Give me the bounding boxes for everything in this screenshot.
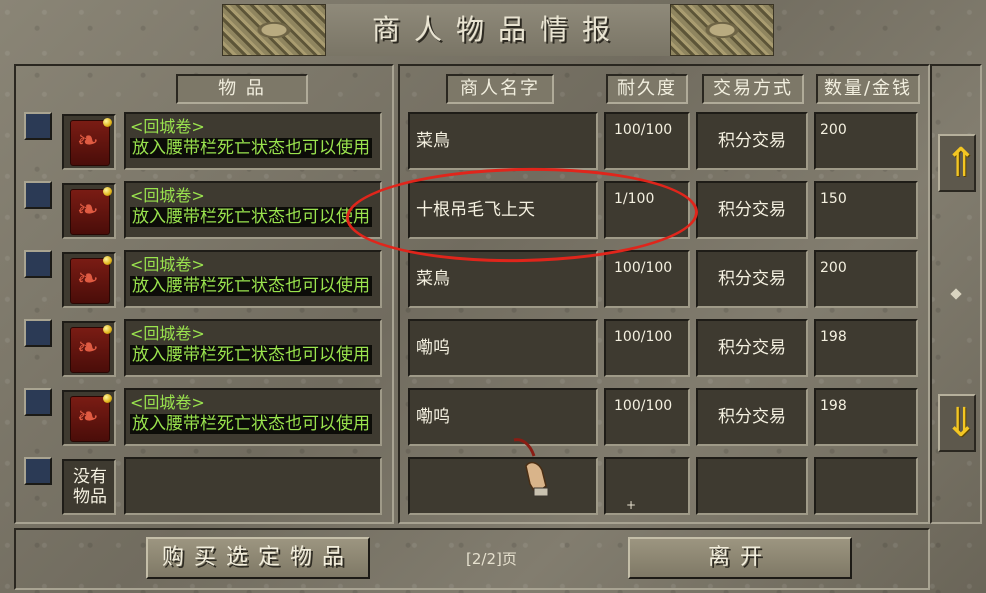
header-item: 物 品 bbox=[176, 74, 308, 104]
item-icon-slot[interactable] bbox=[62, 390, 116, 446]
key-arrow-up-icon: ⇑ bbox=[944, 140, 978, 186]
plus-icon: + bbox=[626, 498, 637, 512]
item-description[interactable]: <回城卷> 放入腰带栏死亡状态也可以使用 bbox=[124, 250, 382, 308]
merchant-name[interactable]: 嘞呜 bbox=[408, 319, 598, 377]
leave-button[interactable]: 离开 bbox=[628, 537, 852, 579]
item-name: <回城卷> bbox=[130, 255, 205, 274]
header-quantity-money: 数量/金钱 bbox=[816, 74, 920, 104]
trade-method: 积分交易 bbox=[696, 388, 808, 446]
quantity-value: 198 bbox=[814, 319, 918, 377]
buy-selected-button[interactable]: 购买选定物品 bbox=[146, 537, 370, 579]
gem-icon bbox=[103, 118, 112, 127]
item-name: <回城卷> bbox=[130, 324, 205, 343]
merchant-name-empty[interactable] bbox=[408, 457, 598, 515]
select-checkbox[interactable] bbox=[24, 319, 52, 347]
scroll-icon bbox=[70, 120, 110, 166]
header-trade-method: 交易方式 bbox=[702, 74, 804, 104]
item-description[interactable]: <回城卷> 放入腰带栏死亡状态也可以使用 bbox=[124, 181, 382, 239]
hand-cursor-icon bbox=[513, 438, 549, 497]
durability-value: 100/100 bbox=[604, 319, 690, 377]
key-arrow-down-icon: ⇓ bbox=[944, 400, 978, 446]
item-description[interactable]: <回城卷> 放入腰带栏死亡状态也可以使用 bbox=[124, 112, 382, 170]
durability-value: 100/100 bbox=[604, 388, 690, 446]
item-name: <回城卷> bbox=[130, 393, 205, 412]
trade-method: 积分交易 bbox=[696, 112, 808, 170]
scroll-down-button[interactable]: ⇓ bbox=[938, 394, 978, 452]
merchant-name[interactable]: 菜鳥 bbox=[408, 112, 598, 170]
scroll-up-button[interactable]: ⇑ bbox=[938, 134, 978, 192]
gem-icon bbox=[103, 394, 112, 403]
trade-method: 积分交易 bbox=[696, 319, 808, 377]
title-ornament-left bbox=[222, 4, 326, 56]
item-desc: 放入腰带栏死亡状态也可以使用 bbox=[130, 414, 372, 434]
window-title: 商人物品情报 bbox=[326, 4, 670, 56]
trade-method: 积分交易 bbox=[696, 250, 808, 308]
trade-method-empty bbox=[696, 457, 808, 515]
title-bar: 商人物品情报 bbox=[222, 4, 774, 56]
scroll-icon bbox=[70, 327, 110, 373]
no-item-label: 没有物品 bbox=[73, 467, 107, 507]
gem-icon bbox=[103, 325, 112, 334]
item-description[interactable]: <回城卷> 放入腰带栏死亡状态也可以使用 bbox=[124, 388, 382, 446]
scroll-icon bbox=[70, 258, 110, 304]
gem-icon bbox=[103, 256, 112, 265]
item-icon-slot[interactable] bbox=[62, 321, 116, 377]
item-description[interactable]: <回城卷> 放入腰带栏死亡状态也可以使用 bbox=[124, 319, 382, 377]
quantity-value: 200 bbox=[814, 112, 918, 170]
item-name: <回城卷> bbox=[130, 186, 205, 205]
quantity-value: 198 bbox=[814, 388, 918, 446]
merchant-name[interactable]: 嘞呜 bbox=[408, 388, 598, 446]
page-indicator: [2/2]页 bbox=[466, 550, 517, 568]
item-icon-slot[interactable] bbox=[62, 114, 116, 170]
select-checkbox[interactable] bbox=[24, 250, 52, 278]
scroll-icon bbox=[70, 396, 110, 442]
item-icon-slot[interactable] bbox=[62, 252, 116, 308]
durability-value: 100/100 bbox=[604, 250, 690, 308]
item-desc: 放入腰带栏死亡状态也可以使用 bbox=[130, 138, 372, 158]
merchant-info-window: 商人物品情报 物 品 商人名字 耐久度 交易方式 数量/金钱 <回城卷> 放入腰… bbox=[0, 0, 986, 593]
item-desc: 放入腰带栏死亡状态也可以使用 bbox=[130, 276, 372, 296]
select-checkbox[interactable] bbox=[24, 457, 52, 485]
quantity-empty bbox=[814, 457, 918, 515]
select-checkbox[interactable] bbox=[24, 112, 52, 140]
select-checkbox[interactable] bbox=[24, 181, 52, 209]
gem-icon bbox=[103, 187, 112, 196]
scroll-icon bbox=[70, 189, 110, 235]
select-checkbox[interactable] bbox=[24, 388, 52, 416]
header-merchant: 商人名字 bbox=[446, 74, 554, 104]
item-desc: 放入腰带栏死亡状态也可以使用 bbox=[130, 345, 372, 365]
item-icon-slot-empty[interactable]: 没有物品 bbox=[62, 459, 116, 515]
item-name: <回城卷> bbox=[130, 117, 205, 136]
item-description-empty[interactable] bbox=[124, 457, 382, 515]
durability-empty bbox=[604, 457, 690, 515]
quantity-value: 150 bbox=[814, 181, 918, 239]
item-desc: 放入腰带栏死亡状态也可以使用 bbox=[130, 207, 372, 227]
trade-method: 积分交易 bbox=[696, 181, 808, 239]
quantity-value: 200 bbox=[814, 250, 918, 308]
item-icon-slot[interactable] bbox=[62, 183, 116, 239]
durability-value: 100/100 bbox=[604, 112, 690, 170]
header-durability: 耐久度 bbox=[606, 74, 688, 104]
title-ornament-right bbox=[670, 4, 774, 56]
